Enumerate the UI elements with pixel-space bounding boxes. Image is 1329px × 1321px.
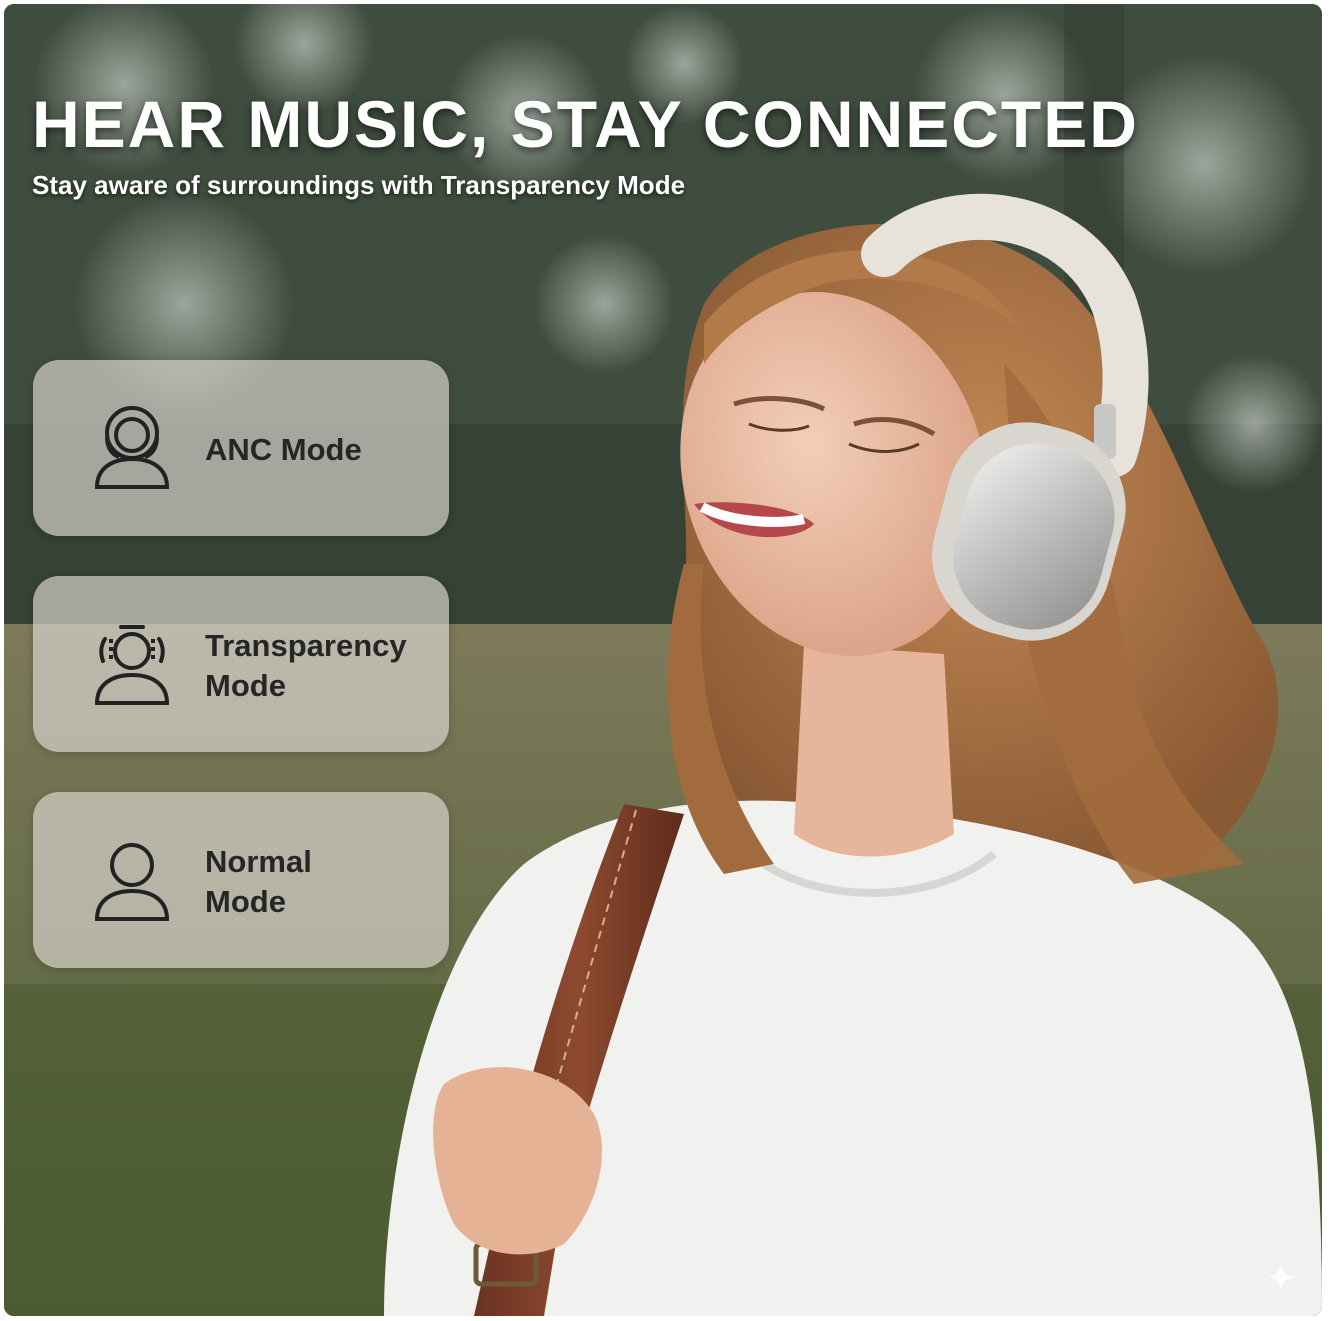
- mode-label-normal: Normal Mode: [205, 842, 312, 922]
- mode-label-line1: Transparency: [205, 628, 407, 663]
- mode-label-transparency: Transparency Mode: [205, 626, 407, 706]
- mode-label-line1: Normal: [205, 844, 312, 879]
- mode-label-anc: ANC Mode: [205, 430, 362, 470]
- mode-card-anc: ANC Mode: [33, 360, 449, 536]
- anc-mode-icon: [94, 406, 170, 489]
- mode-card-normal: Normal Mode: [33, 792, 449, 968]
- mode-card-transparency: Transparency Mode: [33, 576, 449, 752]
- sparkle-icon: [1267, 1263, 1295, 1291]
- mode-label-line2: Mode: [205, 668, 286, 703]
- mode-label-line1: ANC Mode: [205, 432, 362, 467]
- product-banner: HEAR MUSIC, STAY CONNECTED Stay aware of…: [4, 4, 1322, 1316]
- transparency-mode-icon: [94, 625, 170, 705]
- mode-label-line2: Mode: [205, 884, 286, 919]
- normal-mode-icon: [94, 843, 170, 921]
- headline: HEAR MUSIC, STAY CONNECTED: [32, 87, 1139, 161]
- subheadline: Stay aware of surroundings with Transpar…: [32, 170, 686, 200]
